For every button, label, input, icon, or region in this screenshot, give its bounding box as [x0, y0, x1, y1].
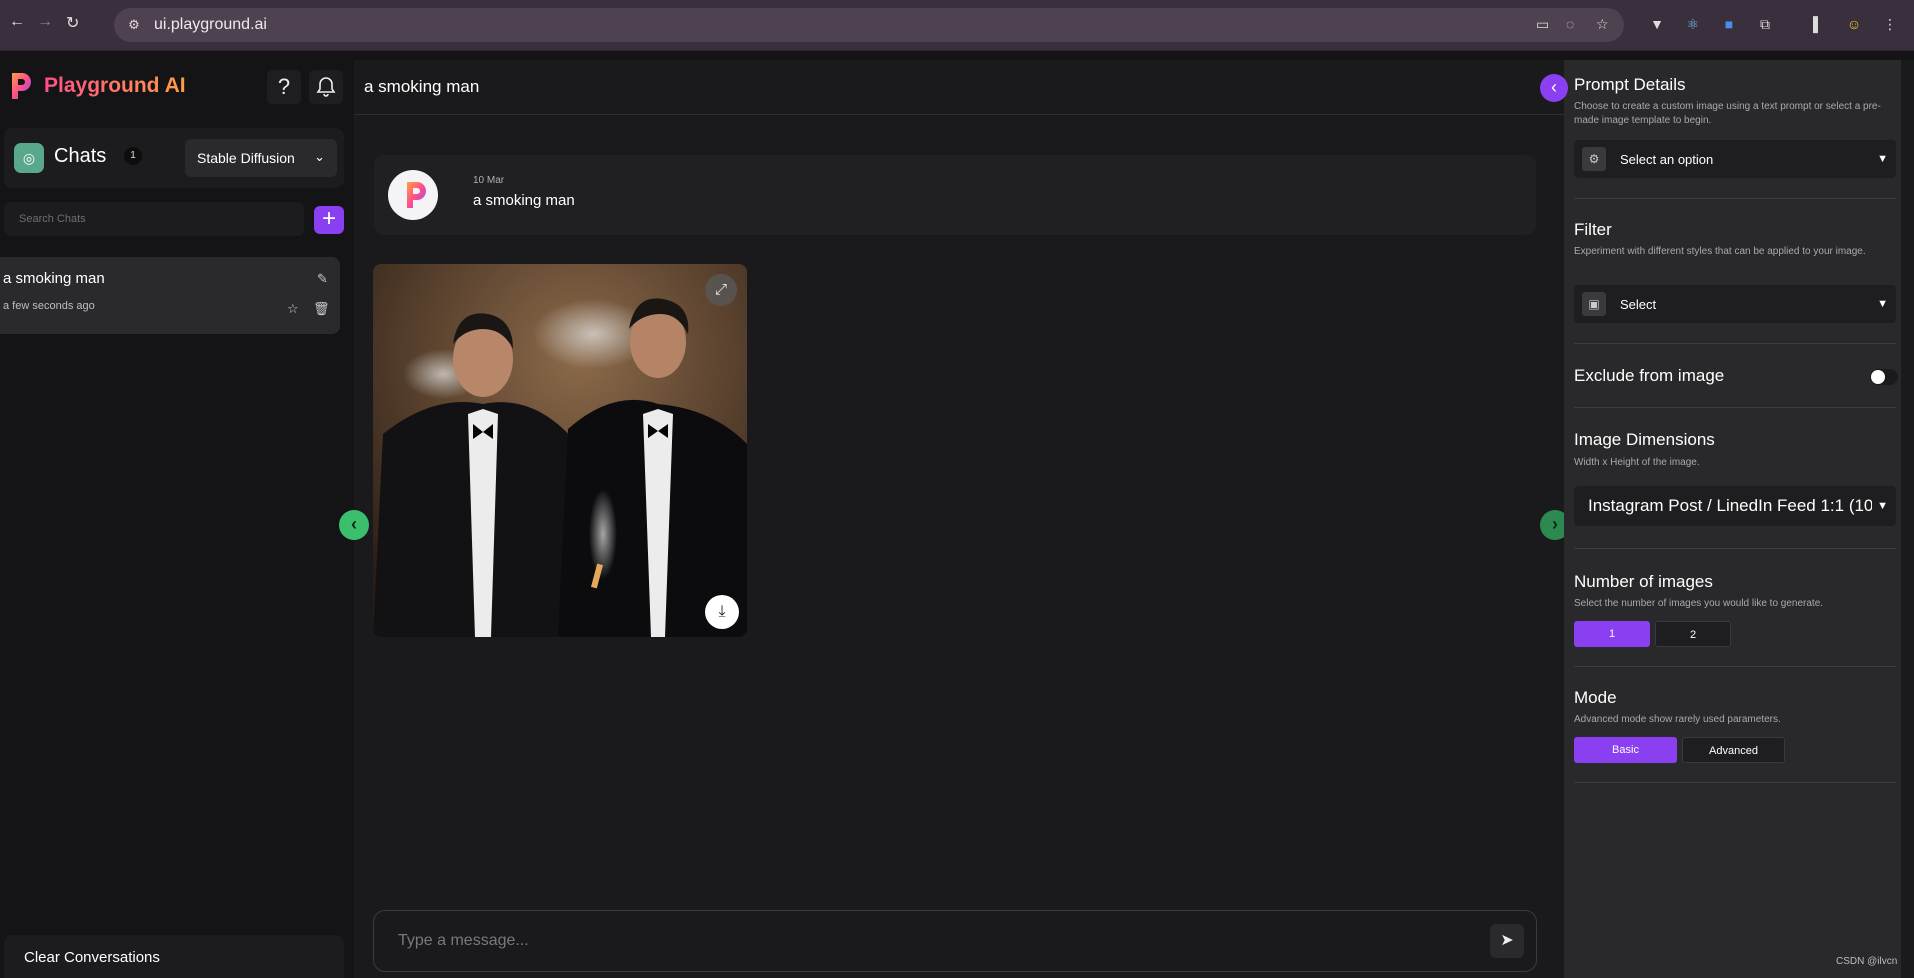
arrow-right-icon[interactable]: → [37, 13, 53, 31]
exclude-toggle[interactable] [1870, 369, 1898, 385]
mode-basic-button[interactable]: Basic [1574, 737, 1677, 763]
bookmark-star-icon[interactable]: ☆ [1596, 16, 1609, 33]
eye-off-icon[interactable]: ◌ [1566, 16, 1574, 32]
search-chats-input[interactable]: Search Chats [4, 202, 304, 236]
chat-item-time: a few seconds ago [3, 300, 95, 312]
browser-toolbar: ← → ↻ ⚙ ui.playground.ai ▭ ◌ ☆ ▼ ⚛ ■ ⧉ ▌… [0, 0, 1914, 51]
template-icon: ⚙ [1582, 147, 1606, 171]
panel-scrollbar[interactable] [1901, 60, 1914, 978]
mode-advanced-button[interactable]: Advanced [1682, 737, 1785, 763]
divider [1574, 666, 1896, 667]
help-button[interactable]: ? [267, 70, 301, 104]
chat-bubbles-icon: ◎ [14, 143, 44, 173]
message-composer[interactable]: Type a message... ➤ [373, 910, 1537, 972]
toggle-knob [1871, 370, 1885, 384]
model-select[interactable]: Stable Diffusion ⌄ [185, 139, 337, 177]
prompt-template-select[interactable]: ⚙ Select an option ▼ [1574, 140, 1896, 178]
filter-value: Select [1620, 297, 1657, 312]
brand-name: Playground AI [44, 74, 186, 97]
chat-title: a smoking man [364, 77, 480, 96]
help-icon: ? [277, 74, 291, 99]
filter-title: Filter [1574, 220, 1612, 239]
star-icon[interactable]: ☆ [287, 301, 299, 317]
chats-header: ◎ Chats 1 Stable Diffusion ⌄ [4, 128, 344, 188]
chat-list-item[interactable]: a smoking man a few seconds ago ✎ ☆ 🗑 [0, 257, 340, 334]
image-dimensions-title: Image Dimensions [1574, 430, 1715, 449]
reload-icon[interactable]: ↻ [66, 13, 79, 33]
notifications-button[interactable] [309, 70, 343, 104]
message-date: 10 Mar [473, 175, 505, 186]
collapse-panel-button[interactable]: ‹ [1540, 74, 1568, 102]
number-of-images-desc: Select the number of images you would li… [1574, 598, 1824, 609]
chats-count-badge: 1 [124, 147, 142, 165]
image-dimensions-desc: Width x Height of the image. [1574, 457, 1700, 468]
caret-down-icon: ▼ [1877, 298, 1888, 310]
download-icon[interactable]: ⤓ [705, 595, 739, 629]
settings-panel: Prompt Details Choose to create a custom… [1564, 60, 1901, 978]
prompt-details-title: Prompt Details [1574, 75, 1686, 94]
mode-title: Mode [1574, 688, 1617, 707]
caret-down-icon: ▼ [1877, 500, 1888, 512]
previous-image-button[interactable]: ‹ [339, 510, 369, 540]
playground-logo-icon [407, 182, 426, 208]
watermark: CSDN @ilvcn [1836, 956, 1898, 967]
prompt-details-desc: Choose to create a custom image using a … [1574, 101, 1881, 126]
filter-select[interactable]: ▣ Select ▼ [1574, 285, 1896, 323]
chat-item-title: a smoking man [3, 270, 105, 287]
send-icon[interactable]: ➤ [1490, 924, 1524, 958]
address-bar[interactable]: ⚙ ui.playground.ai ▭ ◌ ☆ [114, 8, 1624, 42]
model-select-value: Stable Diffusion [197, 150, 295, 166]
playground-logo-icon [12, 73, 31, 99]
num-images-option-1[interactable]: 1 [1574, 621, 1650, 647]
divider [1574, 548, 1896, 549]
image-dimensions-select[interactable]: Instagram Post / LinedIn Feed 1:1 (1024x… [1574, 486, 1896, 526]
extensions-puzzle-icon[interactable]: ⧉ [1755, 14, 1775, 34]
chevron-down-icon: ⌄ [314, 149, 325, 164]
message-input[interactable]: Type a message... [398, 932, 529, 950]
install-app-icon[interactable]: ▭ [1536, 16, 1549, 33]
arrow-left-icon[interactable]: ← [9, 13, 25, 31]
generated-photo [373, 264, 747, 637]
prompt-message: 10 Mar a smoking man [374, 155, 1536, 235]
more-menu-icon[interactable]: ⋮ [1880, 14, 1900, 34]
divider [1574, 782, 1896, 783]
prompt-template-value: Select an option [1620, 152, 1714, 167]
edit-pencil-icon[interactable]: ✎ [317, 271, 328, 287]
site-settings-icon[interactable]: ⚙ [124, 15, 144, 35]
bell-icon [316, 77, 336, 97]
number-of-images-title: Number of images [1574, 572, 1713, 591]
new-chat-button[interactable]: + [314, 206, 344, 234]
image-icon: ▣ [1582, 292, 1606, 316]
clear-conversations-button[interactable]: Clear Conversations [4, 935, 344, 978]
app-logo[interactable]: Playground AI [8, 70, 186, 102]
chat-main: a smoking man 10 Mar a smoking man ⤢ ⤓ T… [354, 60, 1564, 978]
chats-title: Chats [54, 145, 107, 167]
chat-header: a smoking man [354, 60, 1564, 115]
caret-down-icon: ▼ [1877, 153, 1888, 165]
divider [1574, 198, 1896, 199]
extension-cube-icon[interactable]: ■ [1719, 14, 1739, 34]
clear-conversations-label: Clear Conversations [24, 949, 160, 966]
trash-icon[interactable]: 🗑 [313, 301, 330, 317]
avatar [388, 170, 438, 220]
url-text: ui.playground.ai [154, 16, 267, 33]
divider [1574, 343, 1896, 344]
exclude-title: Exclude from image [1574, 366, 1725, 385]
expand-icon[interactable]: ⤢ [705, 274, 737, 306]
chat-sidebar: Playground AI ? ◎ Chats 1 Stable Diffusi… [0, 60, 350, 978]
message-text: a smoking man [473, 192, 575, 209]
divider [1574, 407, 1896, 408]
side-panel-icon[interactable]: ▌ [1808, 14, 1828, 34]
extension-react-icon[interactable]: ⚛ [1683, 14, 1703, 34]
extension-v-icon[interactable]: ▼ [1647, 14, 1667, 34]
num-images-option-2[interactable]: 2 [1655, 621, 1731, 647]
filter-desc: Experiment with different styles that ca… [1574, 246, 1866, 257]
profile-avatar-icon[interactable]: ☺ [1844, 14, 1864, 34]
image-dimensions-value: Instagram Post / LinedIn Feed 1:1 (1024x… [1588, 496, 1872, 515]
mode-desc: Advanced mode show rarely used parameter… [1574, 714, 1781, 725]
generated-image[interactable]: ⤢ ⤓ [373, 264, 747, 637]
